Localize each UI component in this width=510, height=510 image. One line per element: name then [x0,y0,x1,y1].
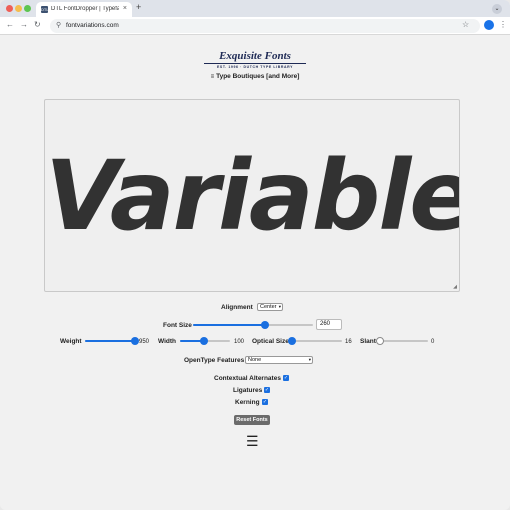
slider-thumb[interactable] [131,337,139,345]
weight-label: Weight [60,338,82,345]
site-logo[interactable]: Exquisite Fonts EST. 1996 · DUTCH TYPE L… [200,51,310,69]
slider-thumb[interactable] [261,321,269,329]
logo-name: Exquisite Fonts [219,50,291,62]
kerning-checkbox[interactable]: ✓ [262,399,268,405]
contextual-alternates-label: Contextual Alternates [214,375,281,382]
site-info-icon[interactable]: ⚲ [56,21,61,29]
browser-menu-icon[interactable]: ⋮ [499,20,507,29]
font-size-slider[interactable] [193,321,313,329]
weight-slider[interactable] [85,337,139,345]
slant-value: 0 [431,339,435,345]
font-size-label: Font Size [163,322,192,329]
opentype-features-label: OpenType Features [184,357,245,364]
reset-fonts-button[interactable]: Reset Fonts [234,415,270,425]
alignment-value: Center [260,304,277,310]
browser-tab[interactable]: DTL DTL FontDropper | Typeface × [36,2,132,17]
opentype-features-select[interactable]: None ▾ [245,356,313,364]
new-tab-button[interactable]: + [136,2,141,12]
address-bar[interactable]: ⚲ fontvariations.com [50,19,480,33]
slider-track [292,340,342,342]
logo-tagline: EST. 1996 · DUTCH TYPE LIBRARY [216,65,294,69]
ligatures-checkbox[interactable]: ✓ [264,387,270,393]
optical-size-value: 16 [345,339,352,345]
browser-window: DTL DTL FontDropper | Typeface × + ⌄ ← →… [0,0,510,510]
slant-label: Slant [360,338,376,345]
contextual-alternates-checkbox[interactable]: ✓ [283,375,289,381]
browser-toolbar: ← → ↻ ⚲ fontvariations.com ☆ ⋮ [0,17,510,35]
resize-handle-icon[interactable]: ◢ [453,284,457,290]
close-window-button[interactable] [6,5,13,12]
minimize-window-button[interactable] [15,5,22,12]
logo-rule [204,63,306,64]
weight-value: 950 [139,339,150,345]
reload-button[interactable]: ↻ [34,20,41,29]
chevron-down-icon: ▾ [278,304,281,309]
profile-avatar[interactable] [484,20,494,30]
opentype-features-value: None [248,357,262,363]
hamburger-menu-icon[interactable]: ☰ [246,434,259,448]
slider-thumb[interactable] [288,337,296,345]
preview-textarea[interactable]: Variable ◢ [44,99,460,292]
page-content: Exquisite Fonts EST. 1996 · DUTCH TYPE L… [0,36,510,510]
tab-strip: DTL DTL FontDropper | Typeface × + ⌄ [0,0,510,17]
menu-icon: ≡ [210,74,215,80]
slant-slider[interactable] [376,337,428,345]
font-size-input[interactable]: 260 [316,319,342,330]
favicon-icon: DTL [41,6,49,13]
boutique-menu-link[interactable]: ≡ Type Boutiques [and More] [0,73,510,80]
slider-thumb[interactable] [199,337,208,345]
width-label: Width [158,338,176,345]
bookmark-star-icon[interactable]: ☆ [462,20,469,29]
tab-search-button[interactable]: ⌄ [492,4,502,14]
back-button[interactable]: ← [6,20,14,29]
alignment-select[interactable]: Center ▾ [257,303,283,311]
ligatures-label: Ligatures [233,387,263,394]
width-slider[interactable] [180,337,230,345]
tab-close-icon[interactable]: × [123,5,127,12]
chevron-down-icon: ▾ [308,357,311,362]
tab-title: DTL FontDropper | Typeface [51,6,119,12]
slider-fill [85,340,135,342]
alignment-label: Alignment [221,304,253,311]
optical-size-slider[interactable] [288,337,342,345]
url-text[interactable]: fontvariations.com [66,22,119,29]
slider-fill [193,324,265,326]
forward-button[interactable]: → [20,20,28,29]
slider-track [380,340,428,342]
kerning-label: Kerning [235,399,260,406]
width-value: 100 [234,339,245,345]
maximize-window-button[interactable] [24,5,31,12]
slider-thumb[interactable] [376,337,384,345]
boutique-label: Type Boutiques [and More] [216,73,300,80]
preview-text[interactable]: Variable [45,100,459,291]
optical-size-label: Optical Size [252,338,289,345]
